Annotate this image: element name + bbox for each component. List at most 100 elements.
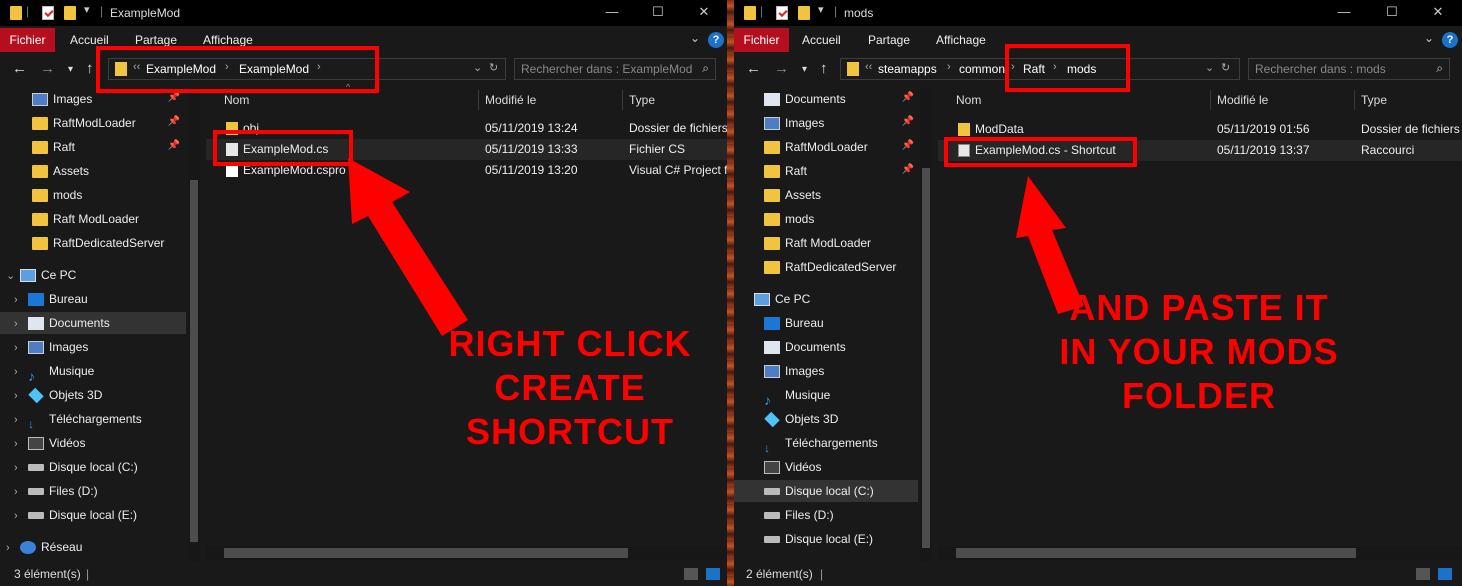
breadcrumb-segment[interactable]: common (959, 62, 1005, 76)
chevron-down-icon[interactable]: ⌄ (690, 31, 700, 45)
new-folder-icon[interactable] (64, 6, 76, 20)
back-button[interactable]: ← (12, 60, 27, 77)
vertical-scrollbar[interactable] (920, 88, 932, 562)
large-icons-view-icon[interactable] (1438, 568, 1452, 580)
nav-item[interactable]: › Disque local (C:) (14, 456, 138, 478)
large-icons-view-icon[interactable] (706, 568, 720, 580)
column-header-modified[interactable]: Modifié le (485, 88, 536, 112)
customize-toolbar-icon[interactable]: ▾ (818, 3, 824, 17)
tab-share[interactable]: Partage (868, 28, 910, 52)
nav-item[interactable]: › Objets 3D (14, 384, 102, 406)
up-button[interactable]: ↑ (86, 60, 94, 77)
nav-item[interactable]: Raft ModLoader (764, 232, 871, 254)
maximize-button[interactable]: ☐ (648, 4, 668, 20)
nav-item[interactable]: › Réseau (6, 536, 82, 558)
nav-item[interactable]: Bureau (750, 312, 824, 334)
chevron-right-icon[interactable]: › (14, 433, 28, 455)
chevron-down-icon[interactable]: ⌄ (6, 265, 20, 287)
refresh-icon[interactable]: ↻ (1221, 61, 1230, 74)
nav-item[interactable]: RaftModLoader (32, 112, 136, 134)
chevron-right-icon[interactable]: › (14, 409, 28, 431)
nav-item[interactable]: › Files (D:) (14, 480, 98, 502)
details-view-icon[interactable] (1416, 568, 1430, 580)
search-input[interactable]: Rechercher dans : ExampleMod ⌕ (514, 58, 716, 80)
nav-item[interactable]: Raft (32, 136, 75, 158)
nav-item[interactable]: ♪ Musique (750, 384, 830, 408)
chevron-down-icon[interactable]: ⌄ (473, 61, 482, 74)
close-button[interactable]: ✕ (1428, 4, 1448, 20)
horizontal-scrollbar[interactable] (206, 546, 727, 560)
column-header-name[interactable]: Nom (956, 88, 981, 112)
search-input[interactable]: Rechercher dans : mods ⌕ (1248, 58, 1450, 80)
recent-locations-button[interactable]: ▾ (68, 64, 73, 75)
chevron-right-icon[interactable]: › (14, 505, 28, 527)
recent-locations-button[interactable]: ▾ (802, 64, 807, 75)
nav-item[interactable]: Documents (764, 88, 846, 110)
nav-item-this-pc[interactable]: ⌄ Ce PC (6, 264, 76, 286)
properties-icon[interactable] (42, 6, 54, 20)
nav-item-this-pc[interactable]: Ce PC (740, 288, 810, 310)
chevron-right-icon[interactable]: › (6, 537, 20, 559)
nav-item[interactable]: Documents (750, 336, 846, 358)
chevron-right-icon[interactable]: › (14, 313, 28, 335)
nav-item[interactable]: Images (32, 88, 92, 110)
horizontal-scrollbar[interactable] (938, 546, 1462, 560)
nav-item[interactable]: Images (764, 112, 824, 134)
nav-item[interactable]: RaftDedicatedServer (764, 256, 896, 278)
tab-file[interactable]: Fichier (0, 28, 55, 52)
up-button[interactable]: ↑ (820, 60, 828, 77)
chevron-right-icon[interactable]: › (14, 457, 28, 479)
column-header-type[interactable]: Type (1361, 88, 1387, 112)
nav-item[interactable]: Disque local (C:) (734, 480, 918, 502)
minimize-button[interactable]: — (1334, 4, 1354, 20)
chevron-right-icon[interactable]: › (14, 481, 28, 503)
details-view-icon[interactable] (684, 568, 698, 580)
nav-item[interactable]: Assets (32, 160, 89, 182)
column-header-type[interactable]: Type (629, 88, 655, 112)
nav-item[interactable]: Files (D:) (750, 504, 834, 526)
maximize-button[interactable]: ☐ (1382, 4, 1402, 20)
scrollbar-thumb[interactable] (224, 548, 628, 558)
nav-item[interactable]: › ♪ Musique (14, 360, 94, 384)
scrollbar-thumb[interactable] (956, 548, 1356, 558)
chevron-down-icon[interactable]: ⌄ (1424, 31, 1434, 45)
chevron-right-icon[interactable]: › (947, 61, 951, 73)
help-icon[interactable]: ? (708, 32, 724, 48)
scrollbar-thumb[interactable] (922, 168, 930, 548)
tab-file[interactable]: Fichier (734, 28, 789, 52)
nav-item[interactable]: RaftModLoader (764, 136, 868, 158)
nav-item[interactable]: ↓ Téléchargements (750, 432, 878, 455)
nav-item[interactable]: › Documents (0, 312, 186, 334)
nav-item[interactable]: › Bureau (14, 288, 88, 310)
nav-item[interactable]: Disque local (E:) (750, 528, 873, 550)
nav-item[interactable]: RaftDedicatedServer (32, 232, 164, 254)
tab-view[interactable]: Affichage (936, 28, 986, 52)
scrollbar-thumb[interactable] (190, 180, 198, 542)
forward-button[interactable]: → (40, 60, 55, 77)
back-button[interactable]: ← (746, 60, 761, 77)
chevron-right-icon[interactable]: › (14, 289, 28, 311)
nav-item[interactable]: Images (750, 360, 824, 382)
vertical-scrollbar[interactable] (188, 88, 200, 562)
nav-item[interactable]: › ↓ Téléchargements (14, 408, 142, 431)
column-header-modified[interactable]: Modifié le (1217, 88, 1268, 112)
minimize-button[interactable]: — (602, 4, 622, 20)
tab-home[interactable]: Accueil (802, 28, 841, 52)
new-folder-icon[interactable] (798, 6, 810, 20)
nav-item[interactable]: mods (764, 208, 814, 230)
nav-item[interactable]: Assets (764, 184, 821, 206)
nav-item[interactable]: › Disque local (E:) (14, 504, 137, 526)
nav-item[interactable]: Vidéos (750, 456, 821, 478)
nav-item[interactable]: Objets 3D (750, 408, 838, 430)
nav-item[interactable]: › Vidéos (14, 432, 85, 454)
chevron-right-icon[interactable]: › (14, 361, 28, 383)
properties-icon[interactable] (776, 6, 788, 20)
nav-item[interactable]: Raft (764, 160, 807, 182)
nav-item[interactable]: mods (32, 184, 82, 206)
nav-item[interactable]: Raft ModLoader (32, 208, 139, 230)
breadcrumb-segment[interactable]: steamapps (878, 62, 937, 76)
help-icon[interactable]: ? (1442, 32, 1458, 48)
forward-button[interactable]: → (774, 60, 789, 77)
chevron-right-icon[interactable]: › (14, 337, 28, 359)
chevron-down-icon[interactable]: ⌄ (1205, 61, 1214, 74)
